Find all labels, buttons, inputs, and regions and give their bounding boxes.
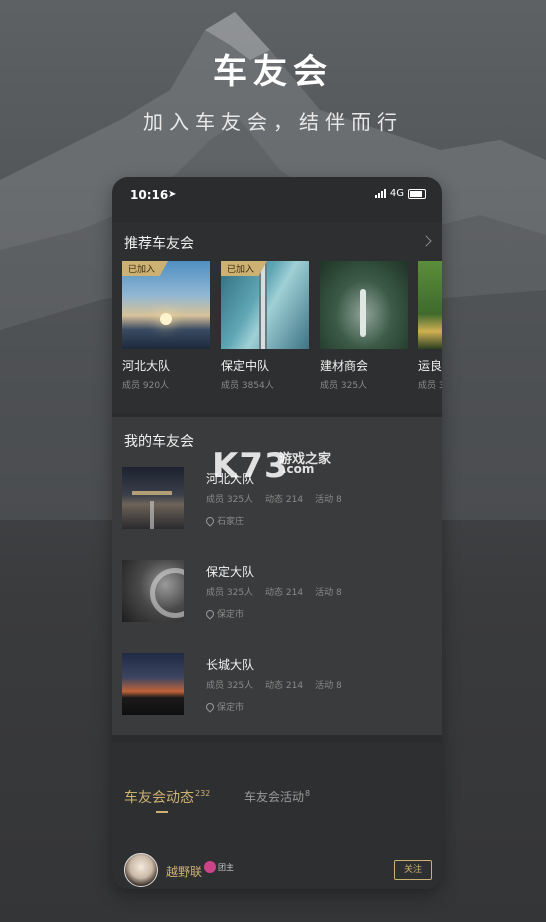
posts-count: 动态 214 <box>265 495 304 505</box>
members-count: 成员 325人 <box>206 681 254 691</box>
hero-subtitle: 加入车友会，结伴而行 <box>143 110 403 134</box>
tab-count: 232 <box>195 789 211 799</box>
my-clubs-title: 我的车友会 <box>124 434 194 450</box>
club-name: 建材商会 <box>320 359 369 373</box>
club-members: 成员 920人 <box>122 381 170 391</box>
club-members: 成员 3854人 <box>221 381 274 391</box>
events-count: 活动 8 <box>315 588 342 598</box>
club-location: 保定市 <box>204 700 245 713</box>
recommended-section: 推荐车友会 已加入 河北大队 成员 920人 已加入 保定中队 成员 3854人… <box>112 221 442 413</box>
location-pin-icon <box>204 514 216 527</box>
club-stats: 成员 325人 动态 214 活动 8 <box>206 678 342 691</box>
tab-label: 车友会动态 <box>124 790 194 806</box>
watermark: K73 游戏之家 .com <box>212 446 331 486</box>
badge-label: 团主 <box>218 862 234 872</box>
status-time: 10:16 <box>130 188 169 202</box>
feed-section: 车友会动态232 车友会活动8 越野联 团主 关注 <box>112 743 442 889</box>
watermark-logo: K73 <box>212 446 289 486</box>
club-photo <box>418 261 442 349</box>
club-photo <box>122 560 184 622</box>
club-photo <box>122 653 184 715</box>
avatar[interactable] <box>124 853 158 887</box>
location-text: 保定市 <box>217 610 245 620</box>
tab-club-feed[interactable]: 车友会动态232 <box>124 787 210 807</box>
recommended-card[interactable]: 建材商会 成员 325人 <box>320 261 408 391</box>
active-tab-indicator <box>156 811 168 813</box>
club-stats: 成员 325人 动态 214 活动 8 <box>206 492 342 505</box>
recommended-card[interactable]: 已加入 河北大队 成员 920人 <box>122 261 210 391</box>
club-name: 河北大队 <box>122 359 171 373</box>
club-stats: 成员 325人 动态 214 活动 8 <box>206 585 342 598</box>
posts-count: 动态 214 <box>265 588 304 598</box>
recommended-card[interactable]: 运良 成员 3 <box>418 261 442 391</box>
members-count: 成员 325人 <box>206 588 254 598</box>
club-photo: 已加入 <box>122 261 210 349</box>
club-list-item[interactable]: 保定大队 成员 325人 动态 214 活动 8 保定市 <box>122 560 432 624</box>
club-name: 保定中队 <box>221 359 270 373</box>
club-name: 保定大队 <box>206 565 255 579</box>
battery-icon <box>408 188 426 199</box>
phone-screen: 10:16 ➤ 4G 推荐车友会 已加入 河北大队 成员 920人 已加入 保定… <box>112 177 442 889</box>
location-arrow-icon: ➤ <box>168 189 177 200</box>
tab-label: 车友会活动 <box>244 790 305 804</box>
watermark-domain: .com <box>282 462 315 476</box>
location-pin-icon <box>204 607 216 620</box>
club-location: 保定市 <box>204 607 245 620</box>
network-label: 4G <box>389 188 404 199</box>
follow-button[interactable]: 关注 <box>394 860 432 880</box>
club-location: 石家庄 <box>204 514 245 527</box>
club-photo <box>320 261 408 349</box>
club-name: 长城大队 <box>206 658 255 672</box>
tab-club-events[interactable]: 车友会活动8 <box>244 788 310 805</box>
club-list-item[interactable]: 长城大队 成员 325人 动态 214 活动 8 保定市 <box>122 653 432 717</box>
club-photo <box>122 467 184 529</box>
location-text: 保定市 <box>217 703 245 713</box>
recommended-card[interactable]: 已加入 保定中队 成员 3854人 <box>221 261 309 391</box>
posts-count: 动态 214 <box>265 681 304 691</box>
status-bar: 10:16 ➤ 4G <box>112 177 442 213</box>
events-count: 活动 8 <box>315 681 342 691</box>
hero-title: 车友会 <box>213 52 333 92</box>
members-count: 成员 325人 <box>206 495 254 505</box>
location-text: 石家庄 <box>217 517 245 527</box>
location-pin-icon <box>204 700 216 713</box>
recommended-title: 推荐车友会 <box>124 236 194 252</box>
joined-badge: 已加入 <box>122 261 168 276</box>
signal-icon <box>374 189 386 198</box>
club-photo: 已加入 <box>221 261 309 349</box>
tab-count: 8 <box>305 789 311 798</box>
user-badge: 团主 <box>204 861 234 873</box>
events-count: 活动 8 <box>315 495 342 505</box>
username[interactable]: 越野联 <box>166 863 202 880</box>
badge-icon <box>204 861 216 873</box>
club-members: 成员 325人 <box>320 381 368 391</box>
chevron-right-icon[interactable] <box>420 235 432 247</box>
club-name: 运良 <box>418 359 442 373</box>
club-members: 成员 3 <box>418 381 442 391</box>
